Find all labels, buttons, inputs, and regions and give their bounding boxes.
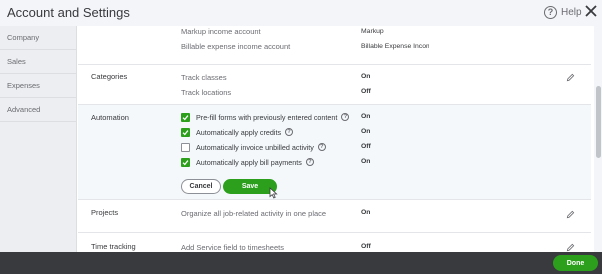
settings-footer bbox=[0, 252, 602, 274]
prefill-forms-label: Pre-fill forms with previously entered c… bbox=[196, 112, 338, 122]
info-icon[interactable]: ? bbox=[285, 128, 294, 136]
divider bbox=[78, 64, 591, 65]
page-title: Account and Settings bbox=[7, 5, 130, 20]
sidebar-item-company[interactable]: Company bbox=[0, 26, 77, 50]
edit-categories-pencil-icon[interactable] bbox=[566, 73, 575, 82]
invoice-unbilled-checkbox[interactable] bbox=[181, 142, 190, 152]
info-icon[interactable]: ? bbox=[341, 113, 350, 121]
settings-header: Account and Settings ? Help bbox=[0, 0, 602, 26]
apply-bill-payments-value: On bbox=[361, 158, 371, 165]
question-circle-icon: ? bbox=[544, 5, 557, 19]
apply-credits-option[interactable]: Automatically apply credits ? bbox=[181, 127, 294, 137]
sidebar-item-expenses[interactable]: Expenses bbox=[0, 74, 77, 98]
prefill-forms-option[interactable]: Pre-fill forms with previously entered c… bbox=[181, 112, 350, 122]
time-tracking-value: Off bbox=[361, 243, 371, 250]
sidebar-item-advanced[interactable]: Advanced bbox=[0, 98, 77, 122]
track-classes-value: On bbox=[361, 73, 371, 80]
sidebar-item-sales[interactable]: Sales bbox=[0, 50, 77, 74]
info-icon[interactable]: ? bbox=[317, 143, 326, 151]
help-button[interactable]: ? Help bbox=[544, 5, 582, 19]
close-icon[interactable] bbox=[584, 4, 598, 18]
track-locations-value: Off bbox=[361, 88, 371, 95]
billable-expense-account-value: Billable Expense Income bbox=[361, 43, 429, 50]
edit-time-tracking-pencil-icon[interactable] bbox=[566, 243, 575, 252]
markup-income-account-value: Markup bbox=[361, 28, 384, 35]
markup-income-account-label: Markup income account bbox=[181, 27, 261, 36]
prefill-forms-value: On bbox=[361, 113, 371, 120]
edit-projects-pencil-icon[interactable] bbox=[566, 210, 575, 219]
billable-expense-account-label: Billable expense income account bbox=[181, 42, 291, 51]
checkmark-icon bbox=[182, 129, 189, 135]
scrollbar-thumb[interactable] bbox=[596, 86, 601, 158]
divider bbox=[78, 232, 591, 233]
settings-sidebar: Company Sales Expenses Advanced bbox=[0, 26, 77, 274]
apply-credits-value: On bbox=[361, 128, 371, 135]
settings-content: Markup income account Markup Billable ex… bbox=[78, 26, 593, 252]
categories-label: Categories bbox=[91, 72, 128, 81]
cancel-button[interactable]: Cancel bbox=[181, 179, 221, 194]
track-classes-label: Track classes bbox=[181, 73, 227, 82]
apply-credits-checkbox[interactable] bbox=[181, 127, 190, 137]
apply-bill-payments-checkbox[interactable] bbox=[181, 157, 190, 167]
invoice-unbilled-option[interactable]: Automatically invoice unbilled activity … bbox=[181, 142, 326, 152]
invoice-unbilled-value: Off bbox=[361, 143, 371, 150]
done-button[interactable]: Done bbox=[553, 255, 598, 271]
mouse-pointer-icon bbox=[269, 187, 278, 199]
track-locations-label: Track locations bbox=[181, 88, 232, 97]
prefill-forms-checkbox[interactable] bbox=[181, 112, 190, 122]
time-tracking-desc: Add Service field to timesheets bbox=[181, 243, 284, 252]
apply-credits-label: Automatically apply credits bbox=[196, 127, 282, 137]
apply-bill-payments-option[interactable]: Automatically apply bill payments ? bbox=[181, 157, 314, 167]
projects-desc: Organize all job-related activity in one… bbox=[181, 209, 327, 218]
automation-label: Automation bbox=[91, 113, 129, 122]
info-icon[interactable]: ? bbox=[305, 158, 314, 166]
checkmark-icon bbox=[182, 159, 189, 165]
checkmark-icon bbox=[182, 114, 189, 120]
projects-value: On bbox=[361, 209, 371, 216]
invoice-unbilled-label: Automatically invoice unbilled activity bbox=[196, 142, 314, 152]
projects-label: Projects bbox=[91, 208, 119, 217]
apply-bill-payments-label: Automatically apply bill payments bbox=[196, 157, 302, 167]
help-label: Help bbox=[561, 6, 582, 18]
time-tracking-label: Time tracking bbox=[91, 242, 136, 251]
